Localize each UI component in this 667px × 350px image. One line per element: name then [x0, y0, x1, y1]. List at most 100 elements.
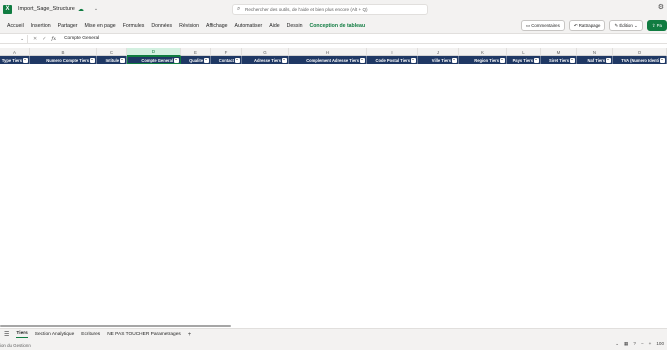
cloud-saved-icon[interactable]: ☁: [78, 6, 84, 13]
column-letter-e[interactable]: E: [181, 48, 211, 56]
filter-dropdown-icon[interactable]: [452, 57, 457, 63]
column-letter-l[interactable]: L: [507, 48, 541, 56]
function-icon[interactable]: fx: [51, 36, 56, 42]
column-letter-k[interactable]: K: [459, 48, 507, 56]
table-header-cell[interactable]: Qualite: [181, 56, 211, 64]
table-header-cell[interactable]: Contact: [211, 56, 242, 64]
share-label: Pa: [656, 23, 662, 28]
excel-logo-icon[interactable]: X: [3, 4, 12, 14]
all-sheets-menu-icon[interactable]: ☰: [4, 331, 9, 338]
sheet-tab[interactable]: Ecritures: [81, 332, 100, 337]
normal-view-icon[interactable]: ▦: [624, 341, 628, 347]
ribbon-tab-r-vision[interactable]: Révision: [179, 23, 199, 29]
table-header-cell[interactable]: Ville Tiers: [418, 56, 459, 64]
column-letter-c[interactable]: C: [97, 48, 127, 56]
header-label: Numero Compte Tiers: [46, 57, 89, 63]
ribbon-tab-conception-de-tableau[interactable]: Conception de tableau: [309, 23, 365, 29]
column-letter-h[interactable]: H: [289, 48, 367, 56]
filter-dropdown-icon[interactable]: [570, 57, 575, 63]
table-header-cell[interactable]: Compte General: [127, 56, 181, 64]
table-header-cell[interactable]: Numero Compte Tiers: [30, 56, 97, 64]
document-title[interactable]: Import_Sage_Structure: [18, 6, 75, 12]
column-letter-j[interactable]: J: [418, 48, 459, 56]
sheet-tab[interactable]: NE PAS TOUCHER Parametrages: [107, 332, 181, 337]
add-sheet-icon[interactable]: +: [188, 332, 192, 338]
check-icon[interactable]: ✓: [42, 36, 46, 42]
table-header-cell[interactable]: Code Postal Tiers: [367, 56, 418, 64]
name-box[interactable]: ⌄: [0, 34, 28, 43]
sheet-tab[interactable]: Tiers: [16, 331, 28, 338]
table-header-cell[interactable]: Type Tiers: [0, 56, 30, 64]
filter-dropdown-icon[interactable]: [534, 57, 539, 63]
ribbon-tab-accueil[interactable]: Accueil: [7, 23, 24, 29]
scrollbar-thumb[interactable]: [0, 325, 231, 327]
table-header-cell[interactable]: Pays Tiers: [507, 56, 541, 64]
column-letter-a[interactable]: A: [0, 48, 30, 56]
header-label: Adresse Tiers: [253, 57, 281, 63]
ribbon-tab-donn-es[interactable]: Données: [151, 23, 172, 29]
zoom-out-icon[interactable]: −: [641, 341, 644, 347]
filter-dropdown-icon[interactable]: [360, 57, 365, 63]
table-header-cell[interactable]: Complement Adresse Tiers: [289, 56, 367, 64]
table-header-cell[interactable]: Adresse Tiers: [242, 56, 289, 64]
editing-label: Édition: [619, 23, 633, 28]
column-letter-m[interactable]: M: [541, 48, 577, 56]
header-label: Pays Tiers: [512, 57, 533, 63]
filter-dropdown-icon[interactable]: [282, 57, 287, 63]
filter-dropdown-icon[interactable]: [90, 57, 95, 63]
status-bar: ion du Gestionn ⌄ ▦ ? − + 100: [0, 340, 667, 350]
ribbon-tab-aide[interactable]: Aide: [269, 23, 279, 29]
formula-input[interactable]: Compte General: [64, 36, 99, 41]
chevron-down-icon[interactable]: ⌄: [94, 6, 98, 12]
column-letter-d[interactable]: D: [127, 48, 181, 56]
column-letter-f[interactable]: F: [211, 48, 242, 56]
comments-label: Commentaires: [531, 23, 560, 28]
ribbon-tab-formules[interactable]: Formules: [123, 23, 145, 29]
ribbon-tab-insertion[interactable]: Insertion: [31, 23, 51, 29]
filter-dropdown-icon[interactable]: [204, 57, 209, 63]
table-header-cell[interactable]: Region Tiers: [459, 56, 507, 64]
filter-dropdown-icon[interactable]: [174, 57, 179, 63]
zoom-in-icon[interactable]: +: [649, 341, 652, 347]
column-letter-i[interactable]: I: [367, 48, 418, 56]
table-header-cell[interactable]: Intitule: [97, 56, 127, 64]
filter-dropdown-icon[interactable]: [23, 57, 28, 63]
column-letter-o[interactable]: O: [613, 48, 667, 56]
editing-mode-button[interactable]: ✎ Édition ⌄: [609, 20, 643, 31]
title-bar: X Import_Sage_Structure ☁ ⌄ ⌕ Rechercher…: [0, 0, 667, 18]
column-letter-b[interactable]: B: [30, 48, 97, 56]
filter-dropdown-icon[interactable]: [606, 57, 611, 63]
column-letter-g[interactable]: G: [242, 48, 289, 56]
table-header-cell[interactable]: TVA (Numero Identi: [613, 56, 667, 64]
column-letter-n[interactable]: N: [577, 48, 613, 56]
filter-dropdown-icon[interactable]: [500, 57, 505, 63]
filter-dropdown-icon[interactable]: [235, 57, 240, 63]
filter-dropdown-icon[interactable]: [411, 57, 416, 63]
share-button[interactable]: ⇪ Pa: [646, 20, 667, 31]
help-icon[interactable]: ?: [633, 341, 636, 347]
chevron-down-icon[interactable]: ⌄: [615, 341, 619, 347]
table-header-cell[interactable]: Siret Tiers: [541, 56, 577, 64]
filter-dropdown-icon[interactable]: [120, 57, 125, 63]
header-label: Ville Tiers: [431, 57, 451, 63]
zoom-level[interactable]: 100: [656, 341, 664, 347]
sheet-tab[interactable]: Section Analytique: [35, 332, 74, 337]
catchup-button[interactable]: ↶ Rattrapage: [568, 20, 606, 31]
cancel-icon[interactable]: ✕: [33, 36, 37, 42]
spreadsheet-grid[interactable]: ABCDEFGHIJKLMNO Type Tiers Numero Compte …: [0, 44, 667, 324]
ribbon-tab-affichage[interactable]: Affichage: [206, 23, 228, 29]
filter-dropdown-icon[interactable]: [660, 57, 665, 63]
header-label: Code Postal Tiers: [375, 57, 410, 63]
header-label: Qualite: [189, 57, 203, 63]
table-header-cell[interactable]: Naf Tiers: [577, 56, 613, 64]
comments-button[interactable]: ▭ Commentaires: [520, 20, 565, 31]
search-input[interactable]: ⌕ Rechercher des outils, de l'aide et bi…: [232, 4, 428, 15]
ribbon-tab-mise-en-page[interactable]: Mise en page: [85, 23, 116, 29]
column-header-row: ABCDEFGHIJKLMNO: [0, 48, 667, 56]
ribbon-tab-partager[interactable]: Partager: [58, 23, 78, 29]
catchup-label: Rattrapage: [578, 23, 601, 28]
ribbon-tab-automatiser[interactable]: Automatiser: [235, 23, 263, 29]
gear-icon[interactable]: ⚙: [658, 3, 664, 11]
ribbon-tab-dessin[interactable]: Dessin: [287, 23, 303, 29]
header-label: Type Tiers: [1, 57, 22, 63]
